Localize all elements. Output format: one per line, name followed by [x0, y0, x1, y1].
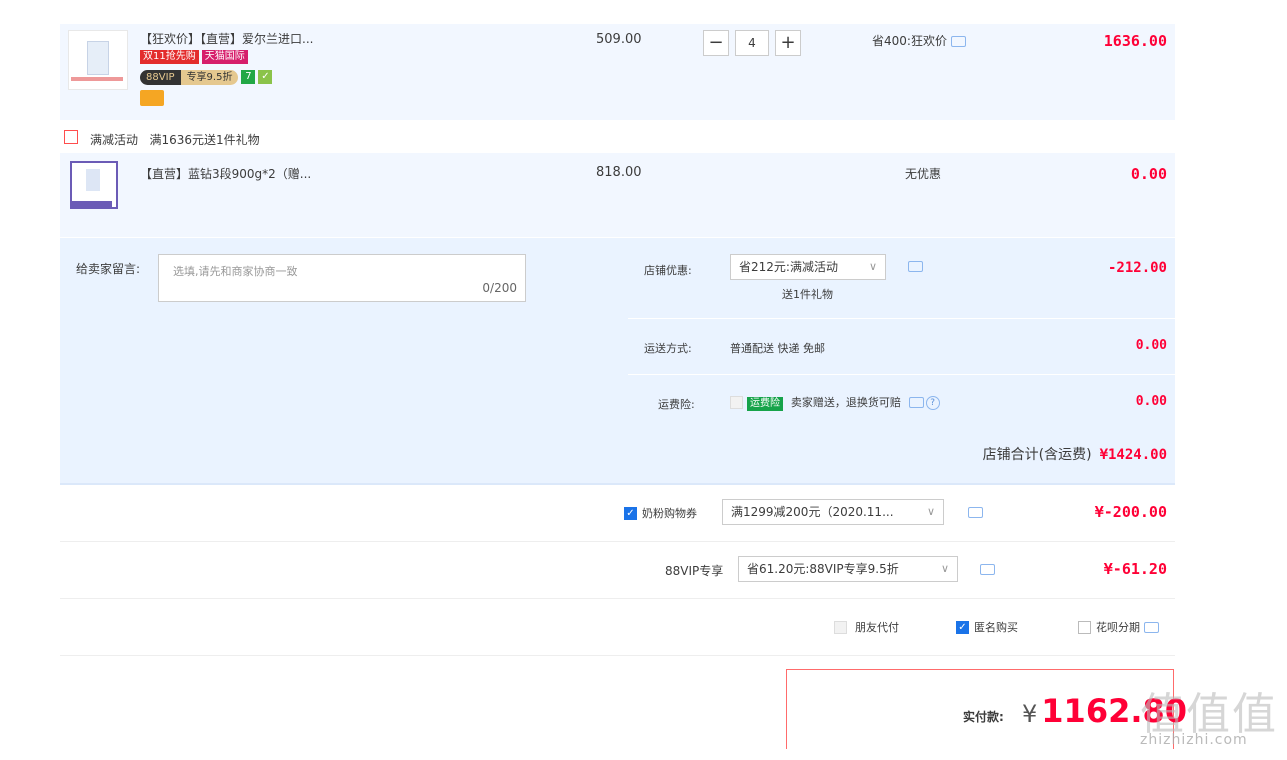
promo-text: 省400:狂欢价 [872, 32, 966, 49]
message-input[interactable]: 选填,请先和商家协商一致 0/200 [158, 254, 526, 302]
chat-icon[interactable] [1144, 622, 1159, 633]
friend-pay-checkbox[interactable] [834, 621, 847, 634]
quantity-stepper: −4 + [703, 30, 801, 56]
vip-discount-row: 88VIP专享 省61.20元:88VIP专享9.5折 ∨ ¥-61.20 [60, 542, 1175, 599]
product-tags: 双11抢先购 天猫国际 [140, 48, 251, 64]
insurance-row: 运费险: 运费险 卖家赠送，退换货可赔 ? 0.00 [658, 394, 1167, 411]
shipping-method[interactable]: 普通配送 快递 免邮 [730, 340, 825, 356]
chevron-down-icon: ∨ [926, 505, 935, 518]
chevron-down-icon: ∨ [940, 562, 949, 575]
order-list: 【狂欢价】【直营】爱尔兰进口... 双11抢先购 天猫国际 88VIP 专享9.5折… [60, 24, 1175, 656]
shipping-row: 运送方式: 普通配送 快递 免邮 0.00 [628, 318, 1175, 375]
quantity-input[interactable]: 4 [735, 30, 769, 56]
shop-discount-select[interactable]: 省212元:满减活动 ∨ [730, 254, 886, 280]
product-title[interactable]: 【狂欢价】【直营】爱尔兰进口... [140, 30, 313, 47]
chat-icon[interactable] [908, 261, 923, 272]
gift-text: 满减活动 满1636元送1件礼物 [90, 133, 260, 147]
tmall-tag: 天猫国际 [201, 50, 248, 64]
coupon-select[interactable]: 满1299减200元（2020.11... ∨ [722, 499, 944, 525]
vip-discount-select[interactable]: 省61.20元:88VIP专享9.5折 ∨ [738, 556, 958, 582]
vip-badge: 88VIP 专享9.5折 7 ✓ [140, 69, 273, 85]
shield-icon: ✓ [258, 69, 273, 84]
shop-total: 店铺合计(含运费) ¥1424.00 [982, 447, 1167, 463]
minus-button[interactable]: − [703, 30, 729, 56]
chat-icon[interactable] [968, 507, 983, 518]
shop-discount-row: 店铺优惠: 省212元:满减活动 ∨ 送1件礼物 -212.00 [628, 238, 1175, 319]
gift-icon [64, 130, 78, 144]
table-row: 【狂欢价】【直营】爱尔兰进口... 双11抢先购 天猫国际 88VIP 专享9.5折… [60, 24, 1175, 121]
coupon-checkbox[interactable]: ✓ [624, 507, 637, 520]
table-row: 【直营】蓝钻3段900g*2（赠... 818.00 无优惠 0.00 [60, 153, 1175, 238]
product-thumbnail[interactable] [70, 161, 118, 209]
huabei-checkbox[interactable] [1078, 621, 1091, 634]
payment-box: 实付款: ¥1162.80 [786, 669, 1187, 749]
insurance-checkbox[interactable] [730, 396, 743, 409]
char-count: 0/200 [482, 281, 517, 295]
promo-tag: 双11抢先购 [140, 50, 199, 64]
product-thumbnail[interactable] [68, 30, 128, 90]
watermark-site: zhizhizhi.com [1140, 732, 1248, 748]
coupon-row: ✓ 奶粉购物券 满1299减200元（2020.11... ∨ ¥-200.00 [60, 485, 1175, 542]
message-label: 给卖家留言: [76, 262, 141, 276]
unit-price: 509.00 [596, 32, 642, 47]
plus-button[interactable]: + [775, 30, 801, 56]
payment-label: 实付款: [963, 710, 1004, 724]
promo-text: 无优惠 [905, 167, 942, 181]
product-title[interactable]: 【直营】蓝钻3段900g*2（赠... [140, 165, 311, 182]
payment-options-row: 朋友代付 ✓ 匿名购买 花呗分期 [60, 599, 1175, 656]
chat-icon[interactable] [950, 36, 966, 47]
chat-icon[interactable] [980, 564, 995, 575]
help-icon[interactable]: ? [925, 395, 940, 410]
item-subtotal: 1636.00 [1103, 32, 1167, 50]
anonymous-checkbox[interactable]: ✓ [956, 621, 969, 634]
unit-price: 818.00 [596, 165, 642, 180]
credit-card-icon [140, 90, 164, 106]
seven-day-icon: 7 [241, 69, 256, 84]
chevron-down-icon: ∨ [868, 260, 877, 273]
gift-row: 满减活动 满1636元送1件礼物 [60, 121, 1175, 153]
order-panel: 给卖家留言: 选填,请先和商家协商一致 0/200 店铺优惠: 省212元:满减… [60, 238, 1175, 485]
item-subtotal: 0.00 [1130, 165, 1167, 183]
chat-icon[interactable] [908, 397, 924, 408]
